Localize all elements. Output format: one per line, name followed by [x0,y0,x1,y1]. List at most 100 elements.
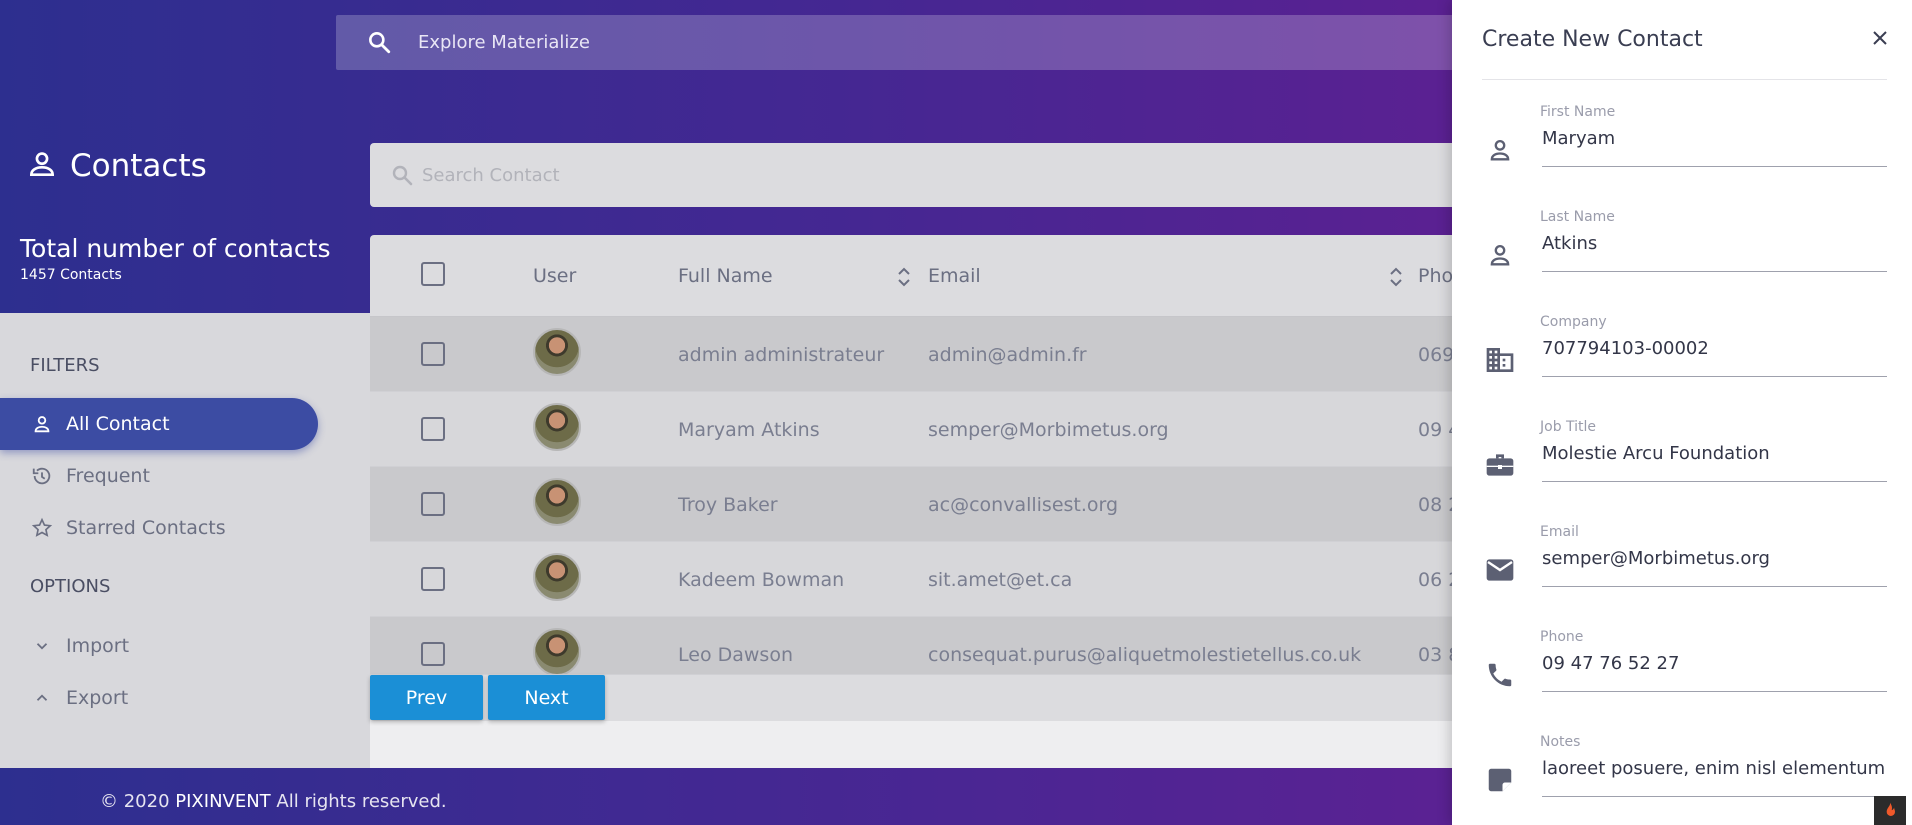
cell-email: sit.amet@et.ca [928,569,1073,591]
business-icon [1482,342,1518,378]
row-checkbox[interactable] [421,342,445,366]
field-underline [1542,691,1887,692]
last-name-field[interactable]: Last Name Atkins [1482,209,1887,299]
field-value[interactable]: laoreet posuere, enim nisl elementum pu [1542,758,1887,779]
email-icon [1482,552,1518,588]
field-underline [1542,166,1887,167]
total-contacts-label: Total number of contacts [20,234,331,263]
table-header: User Full Name Email Pho [370,235,1470,317]
total-contacts: Total number of contacts 1457 Contacts [20,234,330,283]
field-value[interactable]: Maryam [1542,128,1887,149]
briefcase-icon [1482,447,1518,483]
search-icon [390,163,414,191]
next-button[interactable]: Next [488,675,605,720]
cell-full-name: Leo Dawson [678,644,793,666]
sidebar-item-label: All Contact [66,413,170,435]
note-icon [1482,762,1518,798]
field-underline [1542,271,1887,272]
table-row[interactable]: Kadeem Bowman sit.amet@et.ca 06 2 [370,542,1470,617]
sidebar-item-import[interactable]: Import [0,620,129,672]
phone-icon [1482,657,1518,693]
avatar [533,328,581,376]
global-search-placeholder: Explore Materialize [418,32,590,53]
cell-full-name: Maryam Atkins [678,419,820,441]
field-label: Email [1540,524,1579,540]
contacts-table: User Full Name Email Pho admin administr… [370,235,1470,721]
row-checkbox[interactable] [421,567,445,591]
cell-phone: 069 [1418,344,1455,366]
footer-brand-link[interactable]: PIXINVENT [175,791,270,812]
contact-search-input[interactable]: Search Contact [370,143,1470,207]
footer-suffix: All rights reserved. [270,791,447,812]
row-checkbox[interactable] [421,642,445,666]
cell-email: ac@convallisest.org [928,494,1119,516]
column-header-phone: Pho [1418,265,1454,287]
table-row[interactable]: Leo Dawson consequat.purus@aliquetmolest… [370,617,1470,675]
sort-icon[interactable] [1388,265,1404,293]
total-contacts-count: 1457 Contacts [20,267,122,283]
field-underline [1542,481,1887,482]
field-underline [1542,376,1887,377]
company-field[interactable]: Company 707794103-00002 [1482,314,1887,404]
field-underline [1542,586,1887,587]
table-row[interactable]: admin administrateur admin@admin.fr 069 [370,317,1470,392]
column-header-user: User [533,265,577,287]
row-checkbox[interactable] [421,492,445,516]
cell-full-name: admin administrateur [678,344,885,366]
page-title-text: Contacts [70,148,207,184]
chevron-up-icon [30,686,54,710]
footer-prefix: © 2020 [100,791,176,812]
sidebar-item-all-contact[interactable]: All Contact [0,398,318,450]
cell-email: consequat.purus@aliquetmolestietellus.co… [928,644,1362,666]
sidebar-item-label: Starred Contacts [66,517,226,539]
avatar [533,628,581,674]
cell-full-name: Troy Baker [678,494,778,516]
field-label: Notes [1540,734,1581,750]
table-row[interactable]: Maryam Atkins semper@Morbimetus.org 09 4 [370,392,1470,467]
table-row[interactable]: Troy Baker ac@convallisest.org 08 2 [370,467,1470,542]
avatar [533,478,581,526]
notes-field[interactable]: Notes laoreet posuere, enim nisl element… [1482,734,1887,824]
sidebar-item-starred-contacts[interactable]: Starred Contacts [0,502,226,554]
field-label: First Name [1540,104,1616,120]
column-header-full-name[interactable]: Full Name [678,265,773,287]
sidebar-item-label: Import [66,635,130,657]
global-search-bar[interactable]: Explore Materialize [336,15,1456,70]
column-header-email[interactable]: Email [928,265,981,287]
prev-button[interactable]: Prev [370,675,483,720]
select-all-checkbox[interactable] [421,262,445,286]
field-label: Company [1540,314,1607,330]
field-underline [1542,796,1887,797]
close-icon[interactable] [1872,30,1888,50]
panel-divider [1482,79,1887,80]
field-value[interactable]: Molestie Arcu Foundation [1542,443,1887,464]
flame-icon[interactable] [1874,796,1906,825]
email-field[interactable]: Email semper@Morbimetus.org [1482,524,1887,614]
field-value[interactable]: 09 47 76 52 27 [1542,653,1887,674]
person-icon [30,412,54,436]
first-name-field[interactable]: First Name Maryam [1482,104,1887,194]
sidebar-item-frequent[interactable]: Frequent [0,450,150,502]
field-label: Job Title [1540,419,1597,435]
sidebar: FILTERS All Contact Frequent Starred Con… [0,313,370,768]
create-contact-panel: Create New Contact First Name Maryam Las… [1452,0,1912,825]
sidebar-item-label: Frequent [66,465,150,487]
person-icon [26,148,58,184]
contact-search-placeholder: Search Contact [422,165,560,186]
star-icon [30,516,54,540]
filters-heading: FILTERS [30,355,100,376]
sidebar-item-export[interactable]: Export [0,672,128,724]
sort-icon[interactable] [896,265,912,293]
field-value[interactable]: semper@Morbimetus.org [1542,548,1887,569]
sidebar-item-label: Export [66,687,129,709]
cell-full-name: Kadeem Bowman [678,569,845,591]
panel-title: Create New Contact [1482,27,1703,52]
job-title-field[interactable]: Job Title Molestie Arcu Foundation [1482,419,1887,509]
phone-field[interactable]: Phone 09 47 76 52 27 [1482,629,1887,719]
field-label: Phone [1540,629,1584,645]
cell-email: semper@Morbimetus.org [928,419,1169,441]
field-value[interactable]: 707794103-00002 [1542,338,1887,359]
field-value[interactable]: Atkins [1542,233,1887,254]
row-checkbox[interactable] [421,417,445,441]
person-icon [1482,237,1518,273]
